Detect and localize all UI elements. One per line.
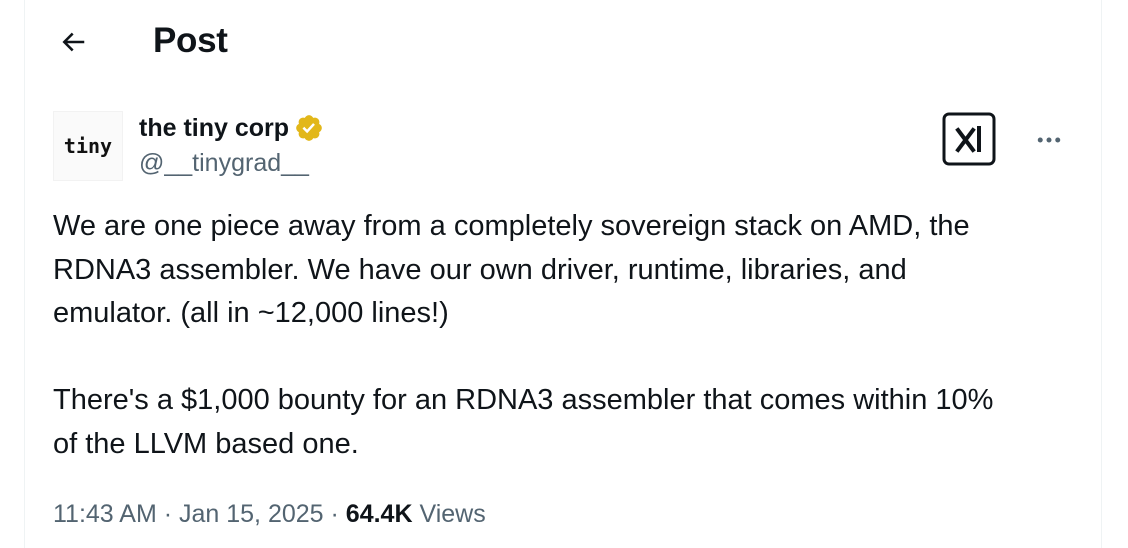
- author-row: tiny the tiny corp @__tinygrad__: [53, 110, 1073, 184]
- avatar[interactable]: tiny: [53, 111, 123, 181]
- display-name-row: the tiny corp: [139, 112, 324, 144]
- views-count[interactable]: 64.4K: [346, 500, 413, 528]
- views-label: Views: [419, 500, 486, 528]
- avatar-logo-text: tiny: [63, 134, 113, 158]
- verified-badge-icon: [296, 115, 322, 141]
- grok-button[interactable]: [942, 112, 996, 166]
- user-handle[interactable]: @__tinygrad__: [139, 147, 309, 179]
- post-frame: Post tiny the tiny corp @__tinygrad__ We…: [24, 0, 1102, 548]
- page-title: Post: [153, 21, 228, 60]
- post-time[interactable]: 11:43 AM: [53, 500, 157, 528]
- display-name[interactable]: the tiny corp: [139, 112, 289, 144]
- post-meta: 11:43 AM · Jan 15, 2025 · 64.4K Views: [53, 494, 486, 534]
- post-text: We are one piece away from a completely …: [53, 210, 994, 460]
- post-date[interactable]: Jan 15, 2025: [179, 500, 324, 528]
- back-button[interactable]: [53, 22, 93, 62]
- arrow-left-icon: [62, 32, 85, 52]
- grok-icon: [942, 112, 996, 166]
- more-button[interactable]: [1029, 120, 1069, 160]
- post-header: Post: [25, 0, 1101, 84]
- meta-separator: ·: [323, 500, 346, 528]
- more-dots-icon: [1037, 137, 1061, 143]
- meta-separator: ·: [156, 500, 179, 528]
